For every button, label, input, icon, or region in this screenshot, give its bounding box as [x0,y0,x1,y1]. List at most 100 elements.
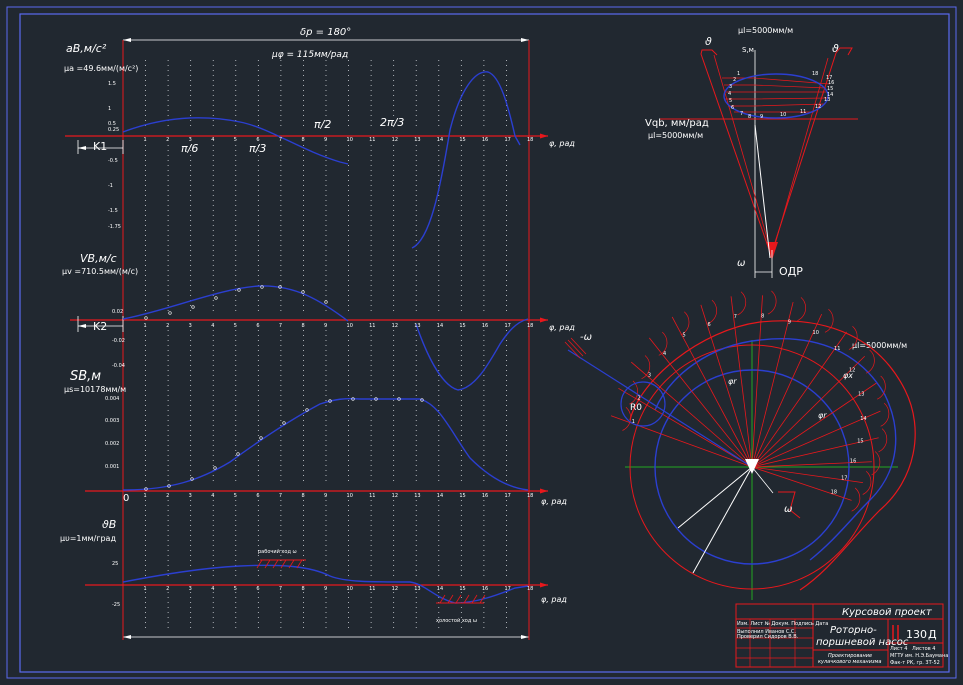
grid-dot [506,80,507,81]
grid-dot [393,220,395,221]
grid-dot [325,235,327,236]
grid-dot [438,570,440,571]
grid-dot [280,180,282,181]
grid-dot [460,200,462,201]
grid-dot [348,165,349,166]
grid-dot [483,622,485,623]
accel-scale: μa =49.6мм/(м/с²) [64,64,138,73]
cam-point: 8 [761,313,764,319]
grid-dot [370,340,372,341]
grid-dot [370,110,372,111]
cam-point: 7 [734,314,737,320]
grid-dot [235,265,237,266]
grid-dot [167,450,169,451]
bottom-dimension [123,635,529,639]
grid-dot [145,500,146,501]
grid-dot [145,255,146,256]
grid-dot [235,420,237,421]
grid-dot [325,190,327,191]
velocity-curve-return [415,318,529,391]
grid-dot [370,330,372,331]
grid-dot [325,510,327,511]
grid-dot [167,275,169,276]
grid-dot [370,275,372,276]
grid-dot [190,565,192,566]
grid-dot [506,215,507,216]
grid-dot [257,300,259,301]
grid-dot [460,455,462,456]
grid-dot [190,230,192,231]
grid-dot [393,525,395,526]
grid-dot [235,295,237,296]
grid-dot [235,275,237,276]
grid-dot [257,195,259,196]
grid-dot [212,612,214,613]
grid-dot [257,75,259,76]
grid-dot [483,95,485,96]
grid-dot [370,65,372,66]
grid-dot [145,375,146,376]
grid-dot [415,265,417,266]
grid-dot [325,250,327,251]
cam-point: 15 [857,439,863,445]
grid-dot [190,365,192,366]
grid-dot [257,160,259,161]
grid-dot [145,425,146,426]
grid-dot [393,380,395,381]
velocity-point [168,311,172,315]
grid-dot [145,560,146,561]
grid-dot [506,155,507,156]
grid-dot [483,75,485,76]
grid-dot [460,210,462,211]
grid-dot [438,285,440,286]
displacement-tick-labels: 0.0040.0030.0020.001 [105,396,119,470]
grid-dot [325,145,327,146]
grid-dot [212,75,214,76]
grid-dot [325,165,327,166]
grid-dot [167,465,169,466]
tb-role-0: Изм. Лист № Докум. Подпись Дата [737,621,828,627]
grid-dot [370,205,372,206]
grid-dot [145,330,146,331]
grid-dot [303,505,304,506]
grid-dot [460,370,462,371]
grid-dot [393,410,395,411]
x-tick-label: 10 [347,493,353,499]
grid-dot [438,165,440,166]
grid-dot [145,545,146,546]
grid-dot [325,460,327,461]
grid-dot [303,235,304,236]
cam-phi-1: φr [728,377,737,386]
grid-dot [212,370,214,371]
grid-dot [145,340,146,341]
grid-dot [325,550,327,551]
grid-dot [280,220,282,221]
grid-dot [483,105,485,106]
grid-dot [190,190,192,191]
grid-dot [460,450,462,451]
grid-dot [303,265,304,266]
grid-dot [190,622,192,623]
x-tick-label: 15 [459,493,465,499]
grid-dot [303,175,304,176]
grid-dot [325,395,327,396]
grid-dot [370,125,372,126]
grid-dot [257,125,259,126]
grid-dot [483,150,485,151]
grid-dot [415,430,417,431]
grid-dot [257,465,259,466]
cam-ray [751,301,794,468]
tr-point: 18 [812,71,818,77]
grid-dot [348,345,349,346]
grid-dot [303,480,304,481]
grid-dot [325,455,327,456]
grid-dot [370,100,372,101]
grid-dot [257,622,259,623]
cam-point: 17 [841,476,847,482]
grid-dot [257,90,259,91]
grid-dot [303,425,304,426]
grid-dot [145,280,146,281]
grid-dot [167,230,169,231]
grid-dot [303,170,304,171]
grid-dot [348,205,349,206]
